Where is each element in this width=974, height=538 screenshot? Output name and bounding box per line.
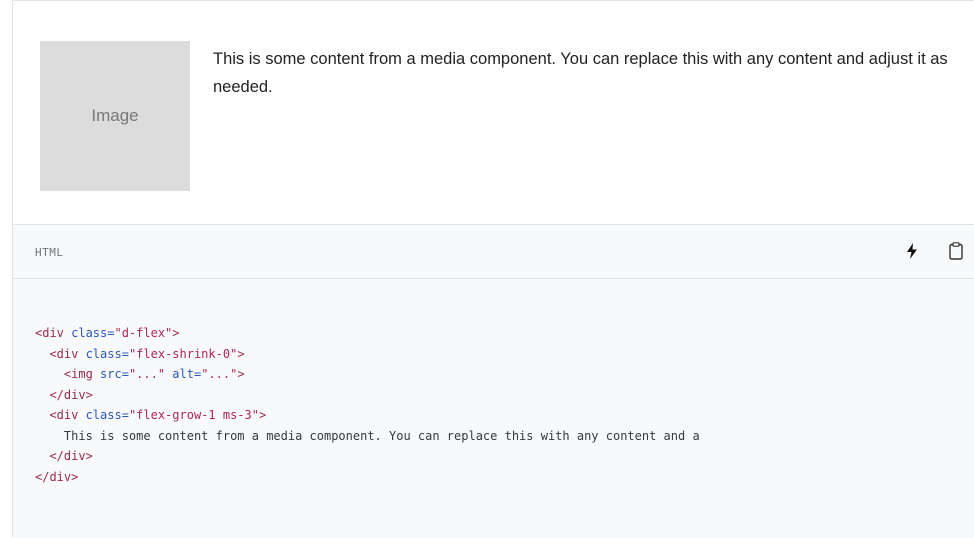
example-container: Image This is some content from a media … — [12, 0, 974, 538]
code-token: class= — [78, 346, 129, 361]
code-token: > — [237, 346, 245, 361]
code-token: "flex-shrink-0" — [128, 346, 238, 361]
code-token: <div — [35, 326, 64, 340]
code-token: <div — [49, 408, 79, 422]
image-placeholder: Image — [40, 41, 190, 191]
code-token: </div> — [49, 387, 93, 402]
lightning-icon[interactable] — [901, 240, 923, 262]
code-token: class= — [63, 326, 115, 340]
code-token: > — [237, 367, 245, 381]
code-snippet: <div class="d-flex"> <div class="flex-sh… — [35, 323, 700, 487]
code-token: </div> — [49, 449, 93, 463]
code-token: </div> — [35, 469, 79, 484]
code-token: "..." — [128, 367, 166, 381]
code-token: > — [172, 326, 180, 340]
code-token: "..." — [201, 367, 238, 381]
code-token: "flex-grow-1 ms-3" — [128, 408, 259, 422]
code-text: This is some content from a media compon… — [35, 428, 700, 443]
code-token: class= — [78, 408, 129, 422]
code-toolbar: HTML — [13, 225, 974, 279]
code-token: <img — [63, 367, 93, 381]
code-token: > — [258, 408, 267, 422]
media-preview: Image This is some content from a media … — [13, 9, 974, 225]
language-label: HTML — [35, 246, 64, 259]
code-token: <div — [49, 346, 79, 361]
code-token: src= — [92, 367, 129, 381]
image-placeholder-label: Image — [91, 106, 139, 125]
code-token: alt= — [165, 367, 202, 381]
code-block: <div class="d-flex"> <div class="flex-sh… — [13, 279, 974, 538]
media-body-text: This is some content from a media compon… — [213, 50, 948, 96]
code-token: "d-flex" — [114, 326, 173, 340]
clipboard-icon[interactable] — [945, 240, 967, 262]
preview-top-spacer — [13, 1, 974, 9]
